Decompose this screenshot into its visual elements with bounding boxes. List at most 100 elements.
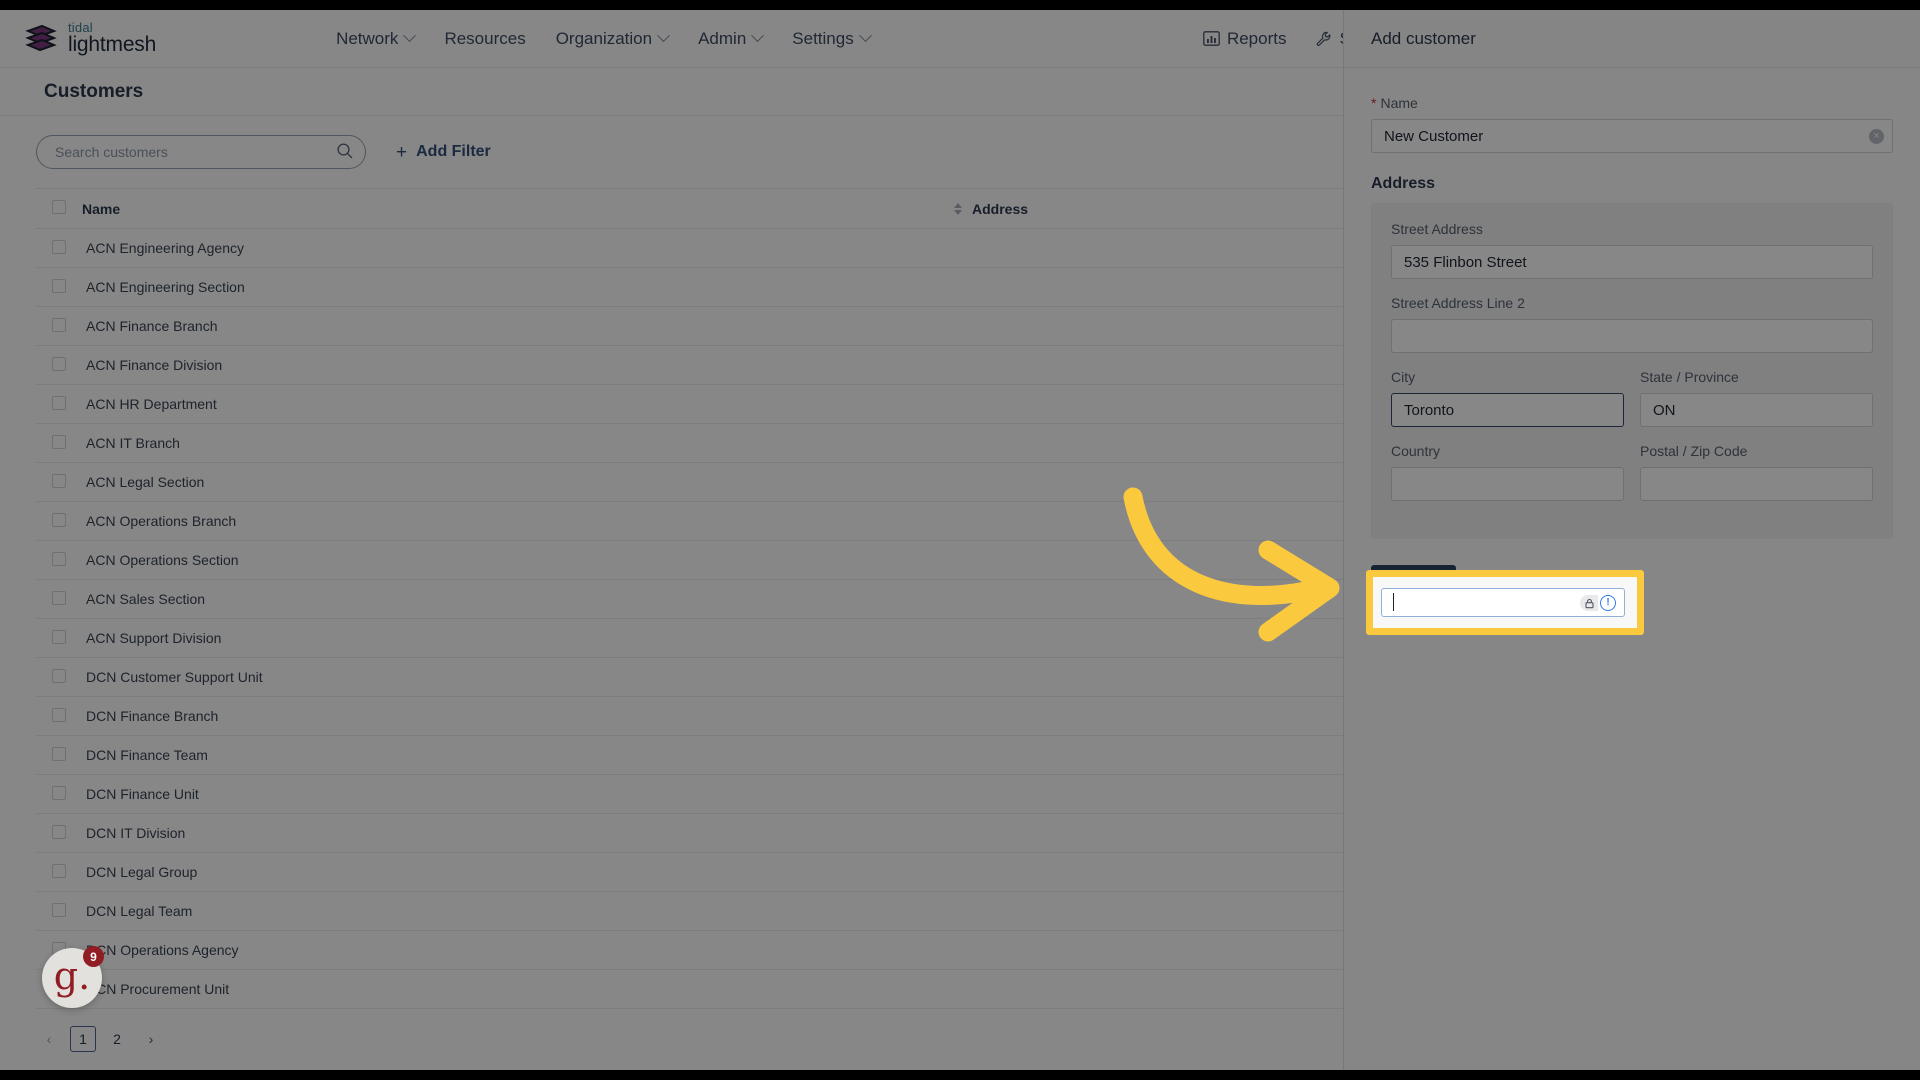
primary-nav-items: Network Resources Organization Admin Set… — [336, 28, 872, 49]
row-checkbox[interactable] — [52, 239, 66, 254]
cell-customer-name: ACN Operations Section — [82, 540, 972, 580]
field-country-label: Country — [1391, 443, 1441, 459]
page-title: Customers — [44, 80, 144, 102]
country-input[interactable] — [1391, 467, 1624, 501]
chat-support-widget[interactable]: g. 9 — [42, 946, 104, 1008]
row-select-cell — [36, 384, 82, 424]
row-checkbox[interactable] — [52, 356, 66, 371]
clear-name-icon[interactable]: × — [1869, 129, 1884, 144]
cell-customer-name: ACN Sales Section — [82, 579, 972, 619]
nav-item-reports[interactable]: Reports — [1203, 29, 1286, 49]
cell-customer-name: ACN Engineering Section — [82, 267, 972, 307]
submit-button[interactable]: Submit — [1371, 565, 1456, 600]
row-checkbox[interactable] — [52, 473, 66, 488]
address-section-title: Address — [1371, 175, 1436, 192]
chevron-down-icon — [751, 29, 765, 43]
sort-toggle-icon[interactable] — [954, 202, 962, 215]
state-province-input[interactable] — [1640, 393, 1873, 427]
drawer-header: Add customer — [1344, 10, 1920, 68]
brand-name-top: tidal — [68, 19, 93, 35]
nav-label: Organization — [555, 28, 653, 48]
row-select-cell — [36, 306, 82, 346]
address-fieldset: Street Address Street Address Line 2 Cit… — [1371, 203, 1893, 539]
row-checkbox[interactable] — [52, 551, 66, 566]
field-city-label: City — [1391, 369, 1416, 385]
nav-item-settings[interactable]: Settings — [792, 28, 872, 49]
nav-label: Resources — [444, 28, 526, 48]
pagination-prev-button[interactable]: ‹ — [36, 1026, 62, 1052]
column-header-name[interactable]: Name — [82, 188, 972, 229]
pagination-page-1[interactable]: 1 — [70, 1026, 96, 1052]
field-street-address-2-label: Street Address Line 2 — [1391, 295, 1525, 311]
column-header-name-label: Name — [82, 200, 121, 217]
row-checkbox[interactable] — [52, 317, 66, 332]
row-select-cell — [36, 540, 82, 580]
field-postal-zip: Postal / Zip Code — [1640, 443, 1873, 501]
nav-item-organization[interactable]: Organization — [555, 28, 670, 49]
row-checkbox[interactable] — [52, 590, 66, 605]
cell-customer-name: DCN IT Division — [82, 813, 972, 853]
search-icon[interactable] — [336, 142, 354, 165]
row-select-cell — [36, 579, 82, 619]
row-select-cell — [36, 696, 82, 736]
cell-customer-name: DCN Finance Branch — [82, 696, 972, 736]
field-street-address-label: Street Address — [1391, 221, 1483, 237]
add-filter-label: Add Filter — [416, 143, 491, 160]
row-checkbox[interactable] — [52, 824, 66, 839]
field-name: * Name × — [1371, 95, 1893, 153]
select-all-checkbox[interactable] — [52, 200, 66, 214]
drawer-title: Add customer — [1371, 28, 1476, 48]
pagination: ‹ 1 2 › — [36, 1026, 164, 1052]
field-country: Country — [1391, 443, 1624, 501]
nav-item-network[interactable]: Network — [336, 28, 417, 49]
cell-customer-name: ACN Support Division — [82, 618, 972, 658]
city-state-row: City State / Province — [1391, 369, 1873, 443]
city-input[interactable] — [1391, 393, 1624, 427]
row-select-cell — [36, 618, 82, 658]
row-checkbox[interactable] — [52, 629, 66, 644]
nav-label: Network — [336, 28, 399, 48]
required-asterisk: * — [1371, 95, 1377, 111]
row-select-cell — [36, 267, 82, 307]
brand-logo[interactable]: tidal lightmesh — [24, 21, 156, 57]
nav-item-resources[interactable]: Resources — [444, 29, 525, 49]
cell-customer-name: DCN Customer Support Unit — [82, 657, 972, 697]
row-checkbox[interactable] — [52, 746, 66, 761]
row-checkbox[interactable] — [52, 278, 66, 293]
field-street-address-2: Street Address Line 2 — [1391, 295, 1873, 353]
row-checkbox[interactable] — [52, 512, 66, 527]
add-filter-button[interactable]: + Add Filter — [396, 143, 491, 162]
app-window: tidal lightmesh Network Resources Organi… — [0, 10, 1920, 1070]
field-city: City — [1391, 369, 1624, 427]
column-header-address-label: Address — [972, 200, 1029, 217]
street-address-input[interactable] — [1391, 245, 1873, 279]
row-checkbox[interactable] — [52, 395, 66, 410]
row-checkbox[interactable] — [52, 707, 66, 722]
field-state-province: State / Province — [1640, 369, 1873, 427]
row-checkbox[interactable] — [52, 902, 66, 917]
cell-customer-name: DCN Legal Team — [82, 891, 972, 931]
field-state-province-label: State / Province — [1640, 369, 1739, 385]
row-checkbox[interactable] — [52, 434, 66, 449]
cell-customer-name: ACN Finance Division — [82, 345, 972, 385]
customer-name-input[interactable] — [1371, 119, 1893, 153]
chat-unread-badge: 9 — [83, 946, 104, 967]
pagination-next-button[interactable]: › — [138, 1026, 164, 1052]
lightmesh-logo-icon — [24, 22, 58, 56]
row-checkbox[interactable] — [52, 785, 66, 800]
nav-label: Settings — [792, 28, 854, 48]
search-input[interactable] — [36, 135, 366, 169]
postal-zip-input[interactable] — [1640, 467, 1873, 501]
field-street-address: Street Address — [1391, 221, 1873, 279]
row-checkbox[interactable] — [52, 863, 66, 878]
street-address-2-input[interactable] — [1391, 319, 1873, 353]
cell-customer-name: ACN Legal Section — [82, 462, 972, 502]
row-select-cell — [36, 345, 82, 385]
search-box — [36, 135, 366, 169]
row-checkbox[interactable] — [52, 668, 66, 683]
pagination-page-2[interactable]: 2 — [104, 1026, 130, 1052]
add-customer-drawer: Add customer * Name × Address Street Add… — [1343, 10, 1920, 1070]
cell-customer-name: ACN Finance Branch — [82, 306, 972, 346]
nav-item-admin[interactable]: Admin — [698, 29, 765, 49]
country-postal-row: Country Postal / Zip Code — [1391, 443, 1873, 517]
